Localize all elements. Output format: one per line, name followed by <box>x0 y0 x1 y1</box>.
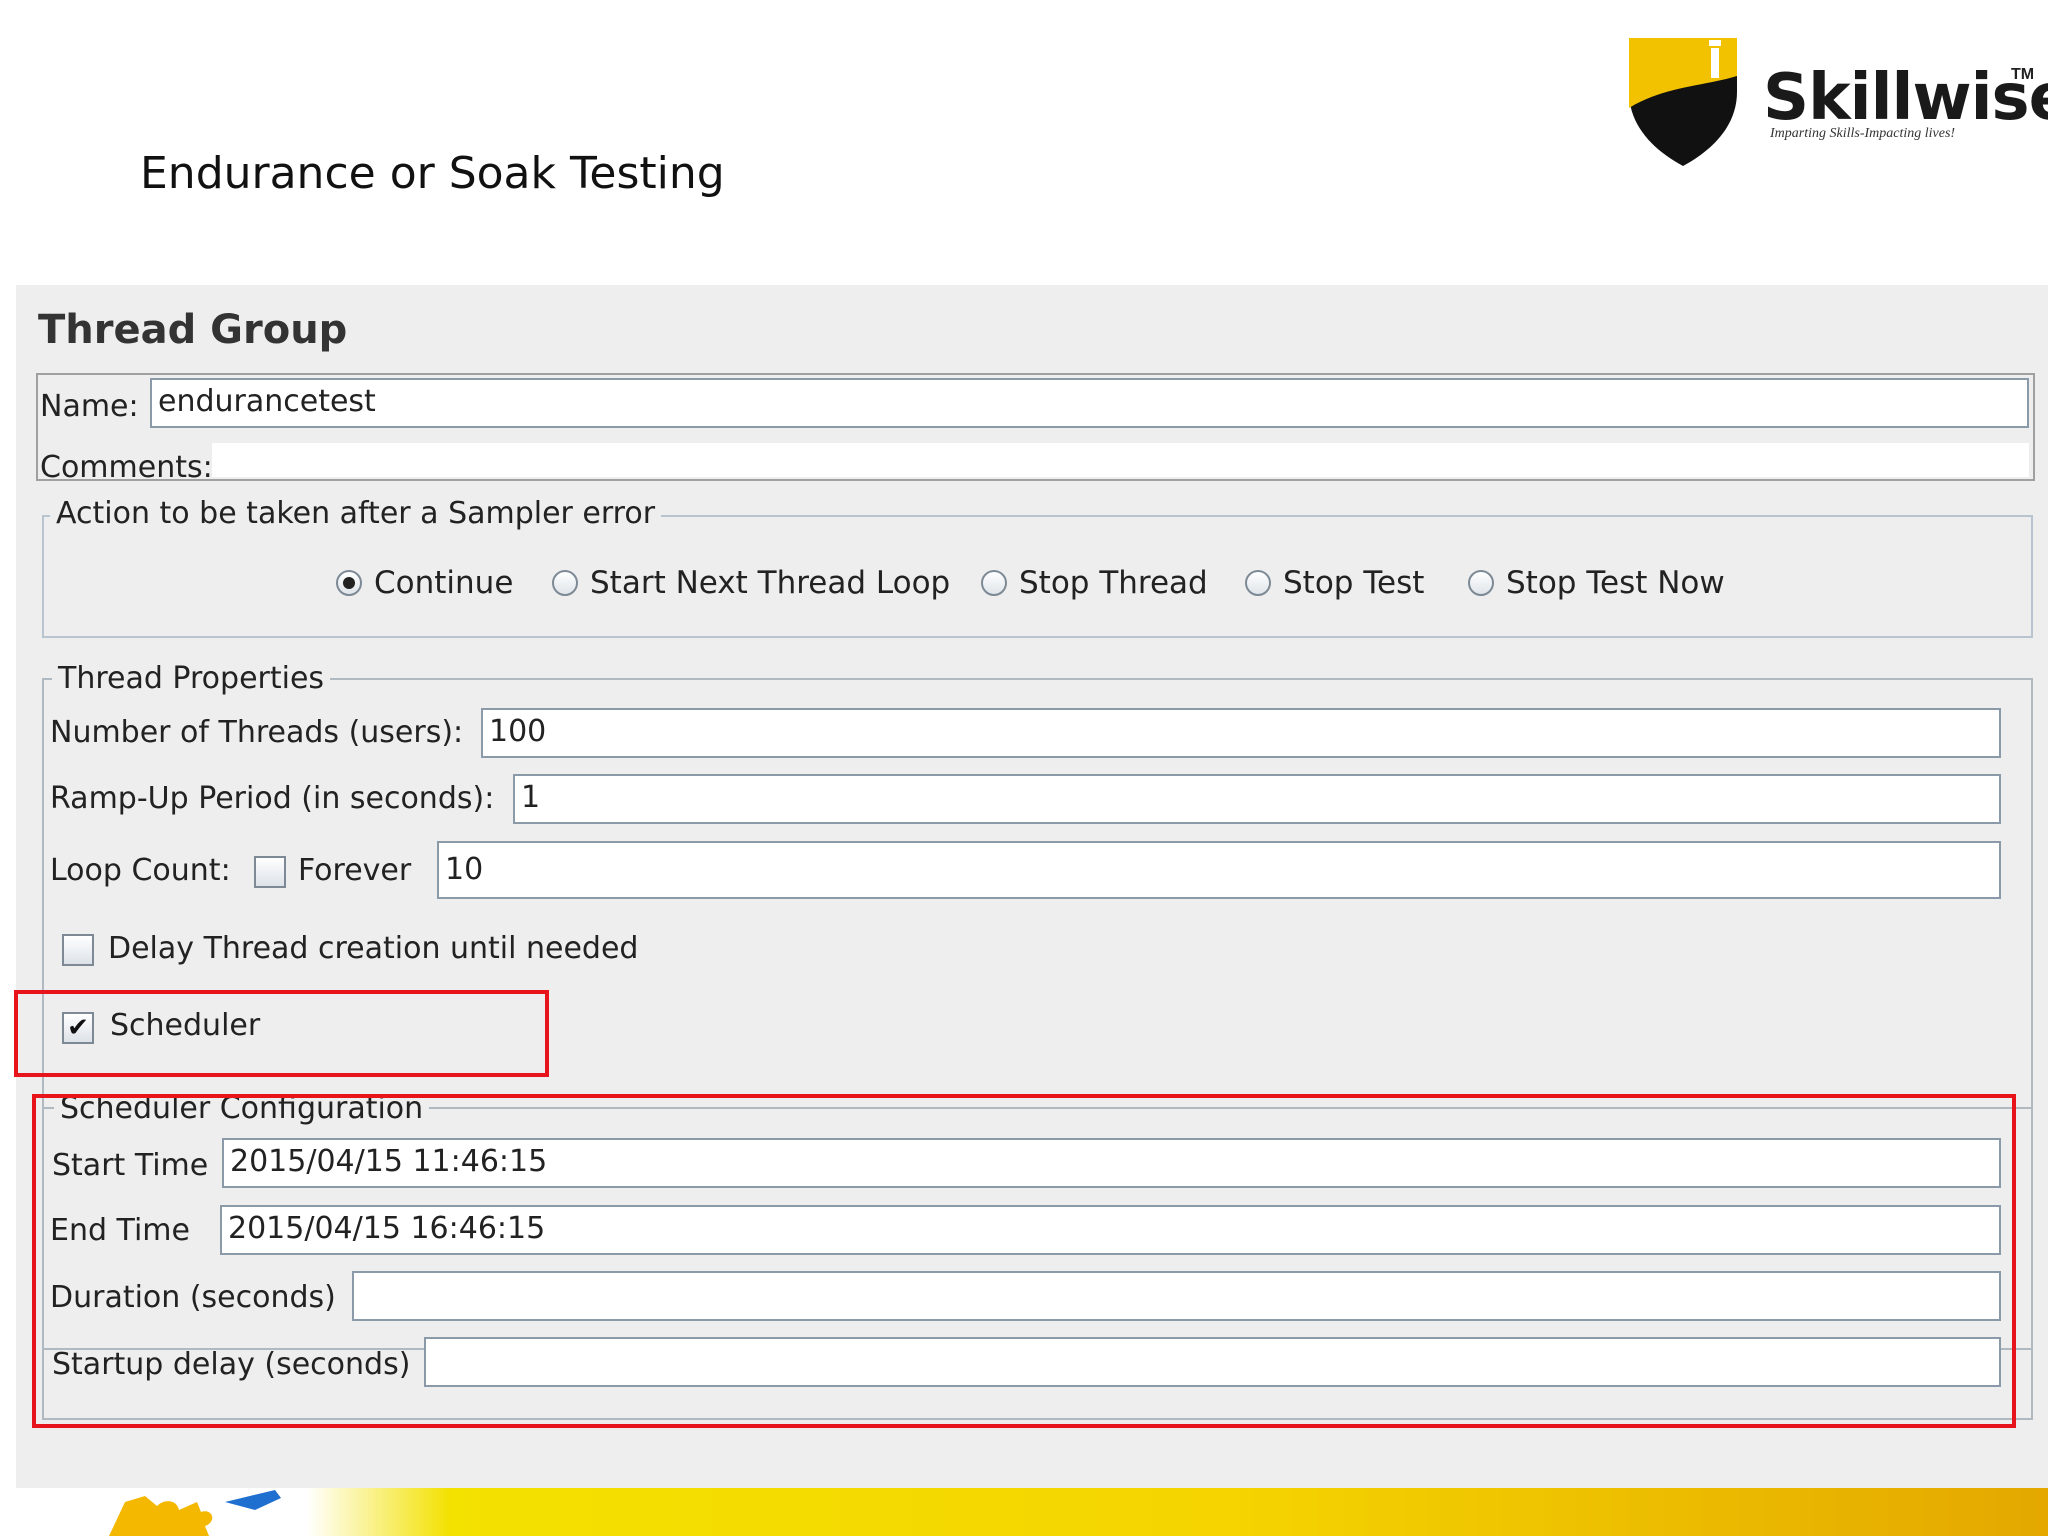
radio-stop-test-now-button[interactable] <box>1468 570 1494 596</box>
logo-brand-name: Skillwise <box>1763 61 2048 135</box>
threads-label: Number of Threads (users): <box>50 715 464 750</box>
name-input[interactable]: endurancetest <box>150 378 2029 428</box>
loop-count-label: Loop Count: <box>50 853 231 888</box>
skillwise-logo: Skillwise TM Imparting Skills-Impacting … <box>1625 30 2048 170</box>
radio-stop-test-button[interactable] <box>1245 570 1271 596</box>
rampup-label: Ramp-Up Period (in seconds): <box>50 781 495 816</box>
forever-checkbox[interactable] <box>254 856 286 888</box>
radio-start-next-thread-loop[interactable]: Start Next Thread Loop <box>552 565 950 601</box>
thread-properties-legend: Thread Properties <box>52 661 331 696</box>
radio-stop-test-label: Stop Test <box>1283 565 1425 601</box>
radio-stop-test-now[interactable]: Stop Test Now <box>1468 565 1725 601</box>
radio-stop-test[interactable]: Stop Test <box>1245 565 1424 601</box>
sampler-error-group: Continue Start Next Thread Loop Stop Thr… <box>42 515 2033 638</box>
radio-start-next-thread-loop-button[interactable] <box>552 570 578 596</box>
radio-stop-test-now-label: Stop Test Now <box>1506 565 1725 601</box>
name-label: Name: <box>40 389 139 424</box>
radio-stop-thread[interactable]: Stop Thread <box>981 565 1208 601</box>
logo-tagline: Imparting Skills-Impacting lives! <box>1770 126 1956 141</box>
radio-start-next-thread-loop-label: Start Next Thread Loop <box>590 565 951 601</box>
skillwise-shield-icon <box>1629 38 1737 166</box>
radio-continue-label: Continue <box>374 565 514 601</box>
comments-label: Comments: <box>40 450 213 485</box>
scheduler-config-highlight-box <box>32 1094 2016 1428</box>
slide-title: Endurance or Soak Testing <box>140 148 725 199</box>
logo-trademark: TM <box>2011 66 2035 83</box>
delay-thread-label: Delay Thread creation until needed <box>108 931 639 966</box>
radio-continue-button[interactable] <box>336 570 362 596</box>
forever-label: Forever <box>298 853 412 888</box>
sampler-error-legend: Action to be taken after a Sampler error <box>50 496 662 531</box>
radio-stop-thread-button[interactable] <box>981 570 1007 596</box>
loop-count-input[interactable]: 10 <box>437 841 2001 899</box>
radio-continue[interactable]: Continue <box>336 565 513 601</box>
comments-input[interactable] <box>212 443 2029 477</box>
puzzle-piece-icon <box>109 1490 281 1536</box>
threads-input[interactable]: 100 <box>481 708 2001 758</box>
thread-group-title: Thread Group <box>38 307 348 353</box>
radio-stop-thread-label: Stop Thread <box>1019 565 1208 601</box>
delay-thread-checkbox[interactable] <box>62 934 94 966</box>
scheduler-highlight-box <box>14 990 549 1077</box>
rampup-input[interactable]: 1 <box>513 774 2001 824</box>
footer-band <box>0 1488 2048 1536</box>
